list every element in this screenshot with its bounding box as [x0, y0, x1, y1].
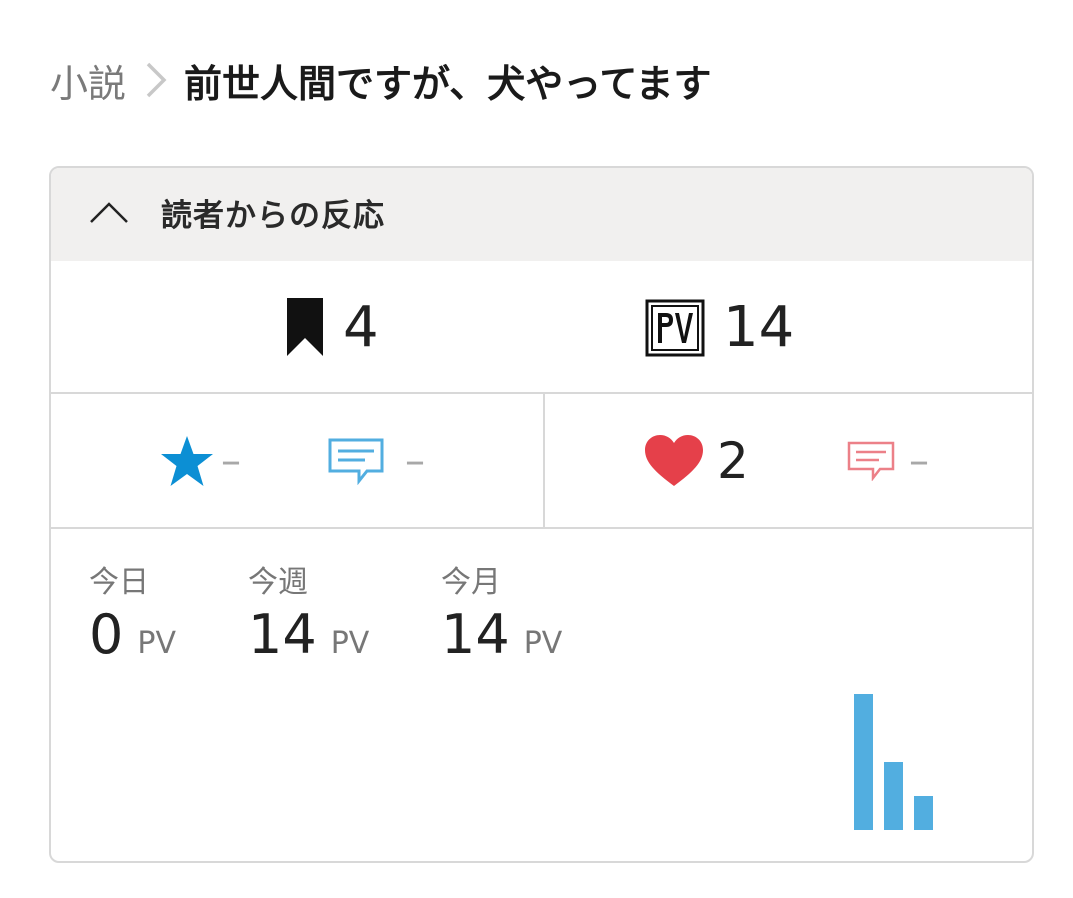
review-value: –	[405, 437, 425, 484]
pv-bar	[914, 796, 933, 830]
reader-reaction-panel: 読者からの反応 4 14 – – 2 – 今日 0 PV 今週 14 PV 今月…	[49, 166, 1034, 863]
row-divider	[543, 394, 545, 527]
panel-title: 読者からの反応	[161, 198, 385, 234]
comments-value: –	[909, 437, 929, 484]
pv-today: 今日 0 PV	[89, 557, 176, 666]
pv-unit: PV	[137, 626, 176, 661]
review-icon	[327, 437, 385, 485]
pv-unit: PV	[523, 626, 563, 661]
pv-month: 今月 14 PV	[441, 557, 562, 666]
pv-week: 今週 14 PV	[248, 557, 369, 666]
pv-bar	[884, 762, 903, 830]
star-icon	[159, 434, 215, 488]
reactions-row: – – 2 –	[51, 394, 1032, 529]
rating-value: –	[221, 437, 241, 484]
pv-month-value: 14	[441, 603, 510, 666]
page-title: 前世人間ですが、犬やってます	[184, 61, 712, 106]
chevron-up-icon	[87, 198, 131, 228]
totals-row: 4 14	[51, 261, 1032, 394]
pv-unit: PV	[330, 626, 370, 661]
likes-stat[interactable]: 2	[643, 394, 749, 527]
breadcrumb: 小説 前世人間ですが、犬やってます	[50, 52, 711, 108]
bookmark-count: 4	[343, 295, 379, 360]
chevron-right-icon	[134, 52, 178, 108]
bookmark-icon	[287, 297, 325, 358]
pv-week-label: 今週	[248, 565, 308, 600]
reaction-panel-toggle[interactable]: 読者からの反応	[51, 168, 1032, 261]
pv-bar	[854, 694, 873, 830]
rating-stat[interactable]: –	[159, 394, 241, 527]
bookmark-stat: 4	[287, 261, 379, 394]
pv-month-label: 今月	[441, 565, 501, 600]
pv-icon	[645, 299, 705, 357]
review-stat[interactable]: –	[327, 394, 425, 527]
comments-stat[interactable]: –	[847, 394, 929, 527]
pv-stat: 14	[645, 261, 794, 394]
pv-today-label: 今日	[89, 565, 149, 600]
pv-stats-row: 今日 0 PV 今週 14 PV 今月 14 PV	[51, 529, 1032, 861]
likes-count: 2	[717, 431, 749, 490]
pv-week-value: 14	[248, 603, 317, 666]
heart-icon	[643, 434, 705, 488]
pv-today-value: 0	[89, 603, 124, 666]
pv-total-count: 14	[723, 295, 795, 360]
breadcrumb-parent-link[interactable]: 小説	[50, 53, 126, 108]
comment-icon	[847, 441, 895, 481]
